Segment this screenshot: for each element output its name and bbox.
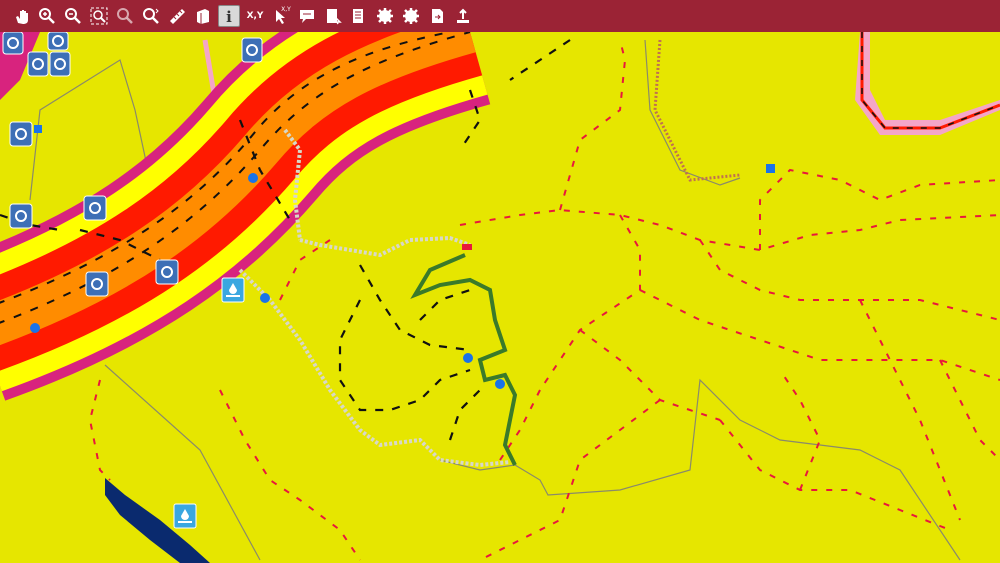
hand-icon <box>16 10 28 24</box>
water-poi-icon <box>221 277 245 303</box>
water-poi-icon <box>173 503 197 529</box>
zoom-next-tool-button[interactable] <box>140 5 162 27</box>
layers-icon <box>197 9 209 24</box>
poi-icon <box>27 51 49 77</box>
xy-icon: X,Y <box>246 11 264 21</box>
upload-tool-button[interactable] <box>452 5 474 27</box>
settings-2-tool-button[interactable] <box>400 5 422 27</box>
select-list-tool-button[interactable] <box>348 5 370 27</box>
info-icon: i <box>226 8 232 25</box>
poi-icon <box>83 195 107 221</box>
settings-1-tool-button[interactable] <box>374 5 396 27</box>
select-list-icon <box>353 9 363 23</box>
zoom-extent-icon <box>90 7 108 25</box>
svg-text:i: i <box>226 8 232 25</box>
poi-icon <box>85 271 109 297</box>
speech-bubble-icon <box>300 10 314 23</box>
zoom-previous-icon <box>117 8 133 24</box>
poi-icon <box>2 32 24 55</box>
ruler-icon <box>170 9 185 24</box>
zoom-in-icon <box>39 8 55 24</box>
export-icon <box>432 9 443 23</box>
poi-icon <box>9 203 33 229</box>
tool-label: X,Y <box>281 5 291 13</box>
layers-tool-button[interactable] <box>192 5 214 27</box>
poi-icon <box>241 37 263 63</box>
zoom-in-tool-button[interactable] <box>36 5 58 27</box>
zoom-previous-tool-button[interactable] <box>114 5 136 27</box>
poi-icon <box>9 121 33 147</box>
goto-xy-tool-button[interactable]: X,Y <box>270 5 292 27</box>
identify-tool-button[interactable]: i <box>218 5 240 27</box>
poi-icon <box>49 51 71 77</box>
comment-tool-button[interactable] <box>296 5 318 27</box>
zoom-next-icon <box>143 8 159 24</box>
map-canvas[interactable] <box>0 32 1000 563</box>
upload-icon <box>457 8 469 23</box>
gear-icon <box>377 8 393 24</box>
zoom-out-tool-button[interactable] <box>62 5 84 27</box>
map-svg[interactable] <box>0 32 1000 563</box>
pan-tool-button[interactable] <box>10 5 32 27</box>
map-toolbar: i X,Y X,Y <box>0 0 1000 32</box>
poi-icon <box>155 259 179 285</box>
select-tool-button[interactable] <box>322 5 344 27</box>
xy-tool-button[interactable]: X,Y <box>244 5 266 27</box>
measure-tool-button[interactable] <box>166 5 188 27</box>
select-feature-icon <box>327 9 342 25</box>
poi-icon <box>47 32 69 51</box>
gear-icon <box>403 8 419 24</box>
zoom-out-icon <box>65 8 81 24</box>
zoom-extent-tool-button[interactable] <box>88 5 110 27</box>
export-tool-button[interactable] <box>426 5 448 27</box>
route-end-marker <box>462 244 472 250</box>
